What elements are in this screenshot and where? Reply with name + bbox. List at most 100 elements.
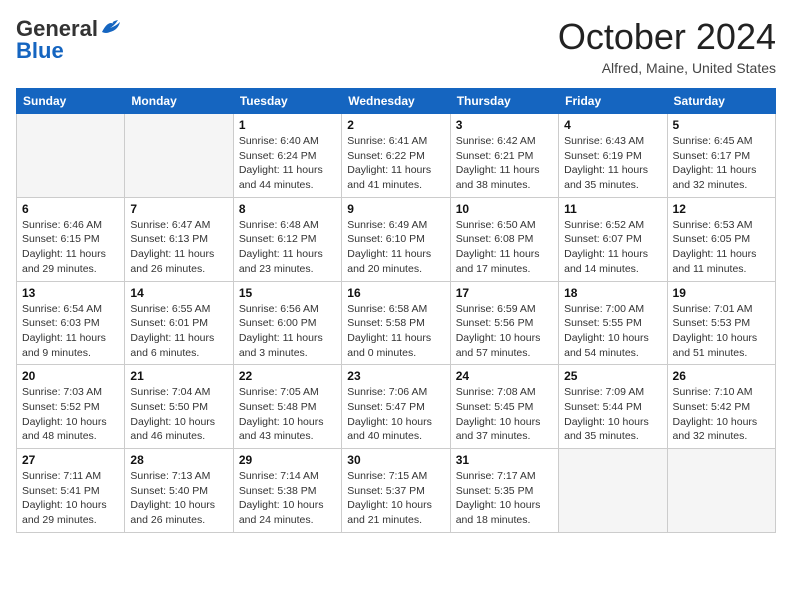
calendar-cell: 31 Sunrise: 7:17 AMSunset: 5:35 PMDayligh… <box>450 449 558 533</box>
day-info: Sunrise: 7:11 AMSunset: 5:41 PMDaylight:… <box>22 469 119 528</box>
day-info: Sunrise: 6:45 AMSunset: 6:17 PMDaylight:… <box>673 134 770 193</box>
day-info: Sunrise: 7:13 AMSunset: 5:40 PMDaylight:… <box>130 469 227 528</box>
day-number: 21 <box>130 369 227 383</box>
day-number: 1 <box>239 118 336 132</box>
calendar-cell: 7Sunrise: 6:47 AMSunset: 6:13 PMDaylight… <box>125 197 233 281</box>
day-number: 13 <box>22 286 119 300</box>
day-number: 2 <box>347 118 444 132</box>
day-info: Sunrise: 6:53 AMSunset: 6:05 PMDaylight:… <box>673 218 770 277</box>
day-number: 26 <box>673 369 770 383</box>
day-number: 31 <box>456 453 553 467</box>
day-number: 12 <box>673 202 770 216</box>
day-number: 5 <box>673 118 770 132</box>
day-number: 22 <box>239 369 336 383</box>
day-info: Sunrise: 6:46 AMSunset: 6:15 PMDaylight:… <box>22 218 119 277</box>
day-info: Sunrise: 6:54 AMSunset: 6:03 PMDaylight:… <box>22 302 119 361</box>
calendar-cell: 10Sunrise: 6:50 AMSunset: 6:08 PMDayligh… <box>450 197 558 281</box>
day-info: Sunrise: 7:08 AMSunset: 5:45 PMDaylight:… <box>456 385 553 444</box>
day-info: Sunrise: 7:10 AMSunset: 5:42 PMDaylight:… <box>673 385 770 444</box>
weekday-header: Monday <box>125 89 233 114</box>
weekday-header: Tuesday <box>233 89 341 114</box>
calendar-cell: 27Sunrise: 7:11 AMSunset: 5:41 PMDayligh… <box>17 449 125 533</box>
title-block: October 2024 Alfred, Maine, United State… <box>558 16 776 76</box>
calendar-cell: 28 Sunrise: 7:13 AMSunset: 5:40 PMDayligh… <box>125 449 233 533</box>
day-number: 9 <box>347 202 444 216</box>
day-info: Sunrise: 6:49 AMSunset: 6:10 PMDaylight:… <box>347 218 444 277</box>
calendar-week-row: 6 Sunrise: 6:46 AMSunset: 6:15 PMDaylight… <box>17 197 776 281</box>
calendar-cell: 6 Sunrise: 6:46 AMSunset: 6:15 PMDaylight… <box>17 197 125 281</box>
calendar-cell: 29 Sunrise: 7:14 AMSunset: 5:38 PMDayligh… <box>233 449 341 533</box>
calendar-cell <box>667 449 775 533</box>
calendar-cell: 12 Sunrise: 6:53 AMSunset: 6:05 PMDayligh… <box>667 197 775 281</box>
calendar-cell: 25 Sunrise: 7:09 AMSunset: 5:44 PMDayligh… <box>559 365 667 449</box>
calendar-cell: 19 Sunrise: 7:01 AMSunset: 5:53 PMDayligh… <box>667 281 775 365</box>
location: Alfred, Maine, United States <box>558 60 776 76</box>
calendar-cell <box>125 114 233 198</box>
day-number: 28 <box>130 453 227 467</box>
calendar-cell: 16 Sunrise: 6:58 AMSunset: 5:58 PMDayligh… <box>342 281 450 365</box>
day-info: Sunrise: 7:14 AMSunset: 5:38 PMDaylight:… <box>239 469 336 528</box>
calendar-week-row: 1 Sunrise: 6:40 AMSunset: 6:24 PMDaylight… <box>17 114 776 198</box>
day-info: Sunrise: 7:15 AMSunset: 5:37 PMDaylight:… <box>347 469 444 528</box>
day-number: 16 <box>347 286 444 300</box>
day-number: 4 <box>564 118 661 132</box>
day-number: 25 <box>564 369 661 383</box>
calendar-week-row: 27Sunrise: 7:11 AMSunset: 5:41 PMDayligh… <box>17 449 776 533</box>
calendar-cell: 17Sunrise: 6:59 AMSunset: 5:56 PMDayligh… <box>450 281 558 365</box>
calendar-cell: 2 Sunrise: 6:41 AMSunset: 6:22 PMDaylight… <box>342 114 450 198</box>
weekday-header: Saturday <box>667 89 775 114</box>
day-info: Sunrise: 6:52 AMSunset: 6:07 PMDaylight:… <box>564 218 661 277</box>
calendar-cell: 4 Sunrise: 6:43 AMSunset: 6:19 PMDaylight… <box>559 114 667 198</box>
calendar-week-row: 20Sunrise: 7:03 AMSunset: 5:52 PMDayligh… <box>17 365 776 449</box>
day-info: Sunrise: 6:42 AMSunset: 6:21 PMDaylight:… <box>456 134 553 193</box>
day-info: Sunrise: 7:04 AMSunset: 5:50 PMDaylight:… <box>130 385 227 444</box>
day-number: 8 <box>239 202 336 216</box>
calendar-cell: 18 Sunrise: 7:00 AMSunset: 5:55 PMDayligh… <box>559 281 667 365</box>
day-number: 11 <box>564 202 661 216</box>
day-number: 17 <box>456 286 553 300</box>
day-number: 29 <box>239 453 336 467</box>
day-info: Sunrise: 7:09 AMSunset: 5:44 PMDaylight:… <box>564 385 661 444</box>
day-info: Sunrise: 7:06 AMSunset: 5:47 PMDaylight:… <box>347 385 444 444</box>
logo-bird-icon <box>100 18 122 36</box>
calendar-cell: 15Sunrise: 6:56 AMSunset: 6:00 PMDayligh… <box>233 281 341 365</box>
calendar-header-row: SundayMondayTuesdayWednesdayThursdayFrid… <box>17 89 776 114</box>
day-number: 14 <box>130 286 227 300</box>
calendar-cell: 11 Sunrise: 6:52 AMSunset: 6:07 PMDayligh… <box>559 197 667 281</box>
calendar-cell: 9 Sunrise: 6:49 AMSunset: 6:10 PMDaylight… <box>342 197 450 281</box>
logo: General Blue <box>16 16 122 64</box>
calendar-cell: 26 Sunrise: 7:10 AMSunset: 5:42 PMDayligh… <box>667 365 775 449</box>
day-info: Sunrise: 6:41 AMSunset: 6:22 PMDaylight:… <box>347 134 444 193</box>
calendar-cell: 20Sunrise: 7:03 AMSunset: 5:52 PMDayligh… <box>17 365 125 449</box>
calendar-cell: 8 Sunrise: 6:48 AMSunset: 6:12 PMDaylight… <box>233 197 341 281</box>
day-info: Sunrise: 6:56 AMSunset: 6:00 PMDaylight:… <box>239 302 336 361</box>
calendar-cell: 13 Sunrise: 6:54 AMSunset: 6:03 PMDayligh… <box>17 281 125 365</box>
day-number: 18 <box>564 286 661 300</box>
day-info: Sunrise: 7:17 AMSunset: 5:35 PMDaylight:… <box>456 469 553 528</box>
weekday-header: Wednesday <box>342 89 450 114</box>
logo-blue: Blue <box>16 38 64 64</box>
day-info: Sunrise: 7:00 AMSunset: 5:55 PMDaylight:… <box>564 302 661 361</box>
calendar-cell: 3 Sunrise: 6:42 AMSunset: 6:21 PMDaylight… <box>450 114 558 198</box>
day-number: 19 <box>673 286 770 300</box>
day-number: 7 <box>130 202 227 216</box>
page-header: General Blue October 2024 Alfred, Maine,… <box>16 16 776 76</box>
calendar-cell: 21 Sunrise: 7:04 AMSunset: 5:50 PMDayligh… <box>125 365 233 449</box>
calendar-cell: 23 Sunrise: 7:06 AMSunset: 5:47 PMDayligh… <box>342 365 450 449</box>
day-info: Sunrise: 6:40 AMSunset: 6:24 PMDaylight:… <box>239 134 336 193</box>
day-info: Sunrise: 6:48 AMSunset: 6:12 PMDaylight:… <box>239 218 336 277</box>
day-number: 23 <box>347 369 444 383</box>
calendar-cell: 5 Sunrise: 6:45 AMSunset: 6:17 PMDaylight… <box>667 114 775 198</box>
day-info: Sunrise: 6:43 AMSunset: 6:19 PMDaylight:… <box>564 134 661 193</box>
day-number: 6 <box>22 202 119 216</box>
calendar-week-row: 13 Sunrise: 6:54 AMSunset: 6:03 PMDayligh… <box>17 281 776 365</box>
month-title: October 2024 <box>558 16 776 58</box>
day-number: 3 <box>456 118 553 132</box>
calendar-cell <box>559 449 667 533</box>
day-info: Sunrise: 7:01 AMSunset: 5:53 PMDaylight:… <box>673 302 770 361</box>
weekday-header: Sunday <box>17 89 125 114</box>
calendar-table: SundayMondayTuesdayWednesdayThursdayFrid… <box>16 88 776 533</box>
calendar-cell: 30Sunrise: 7:15 AMSunset: 5:37 PMDayligh… <box>342 449 450 533</box>
day-info: Sunrise: 6:58 AMSunset: 5:58 PMDaylight:… <box>347 302 444 361</box>
day-info: Sunrise: 6:50 AMSunset: 6:08 PMDaylight:… <box>456 218 553 277</box>
